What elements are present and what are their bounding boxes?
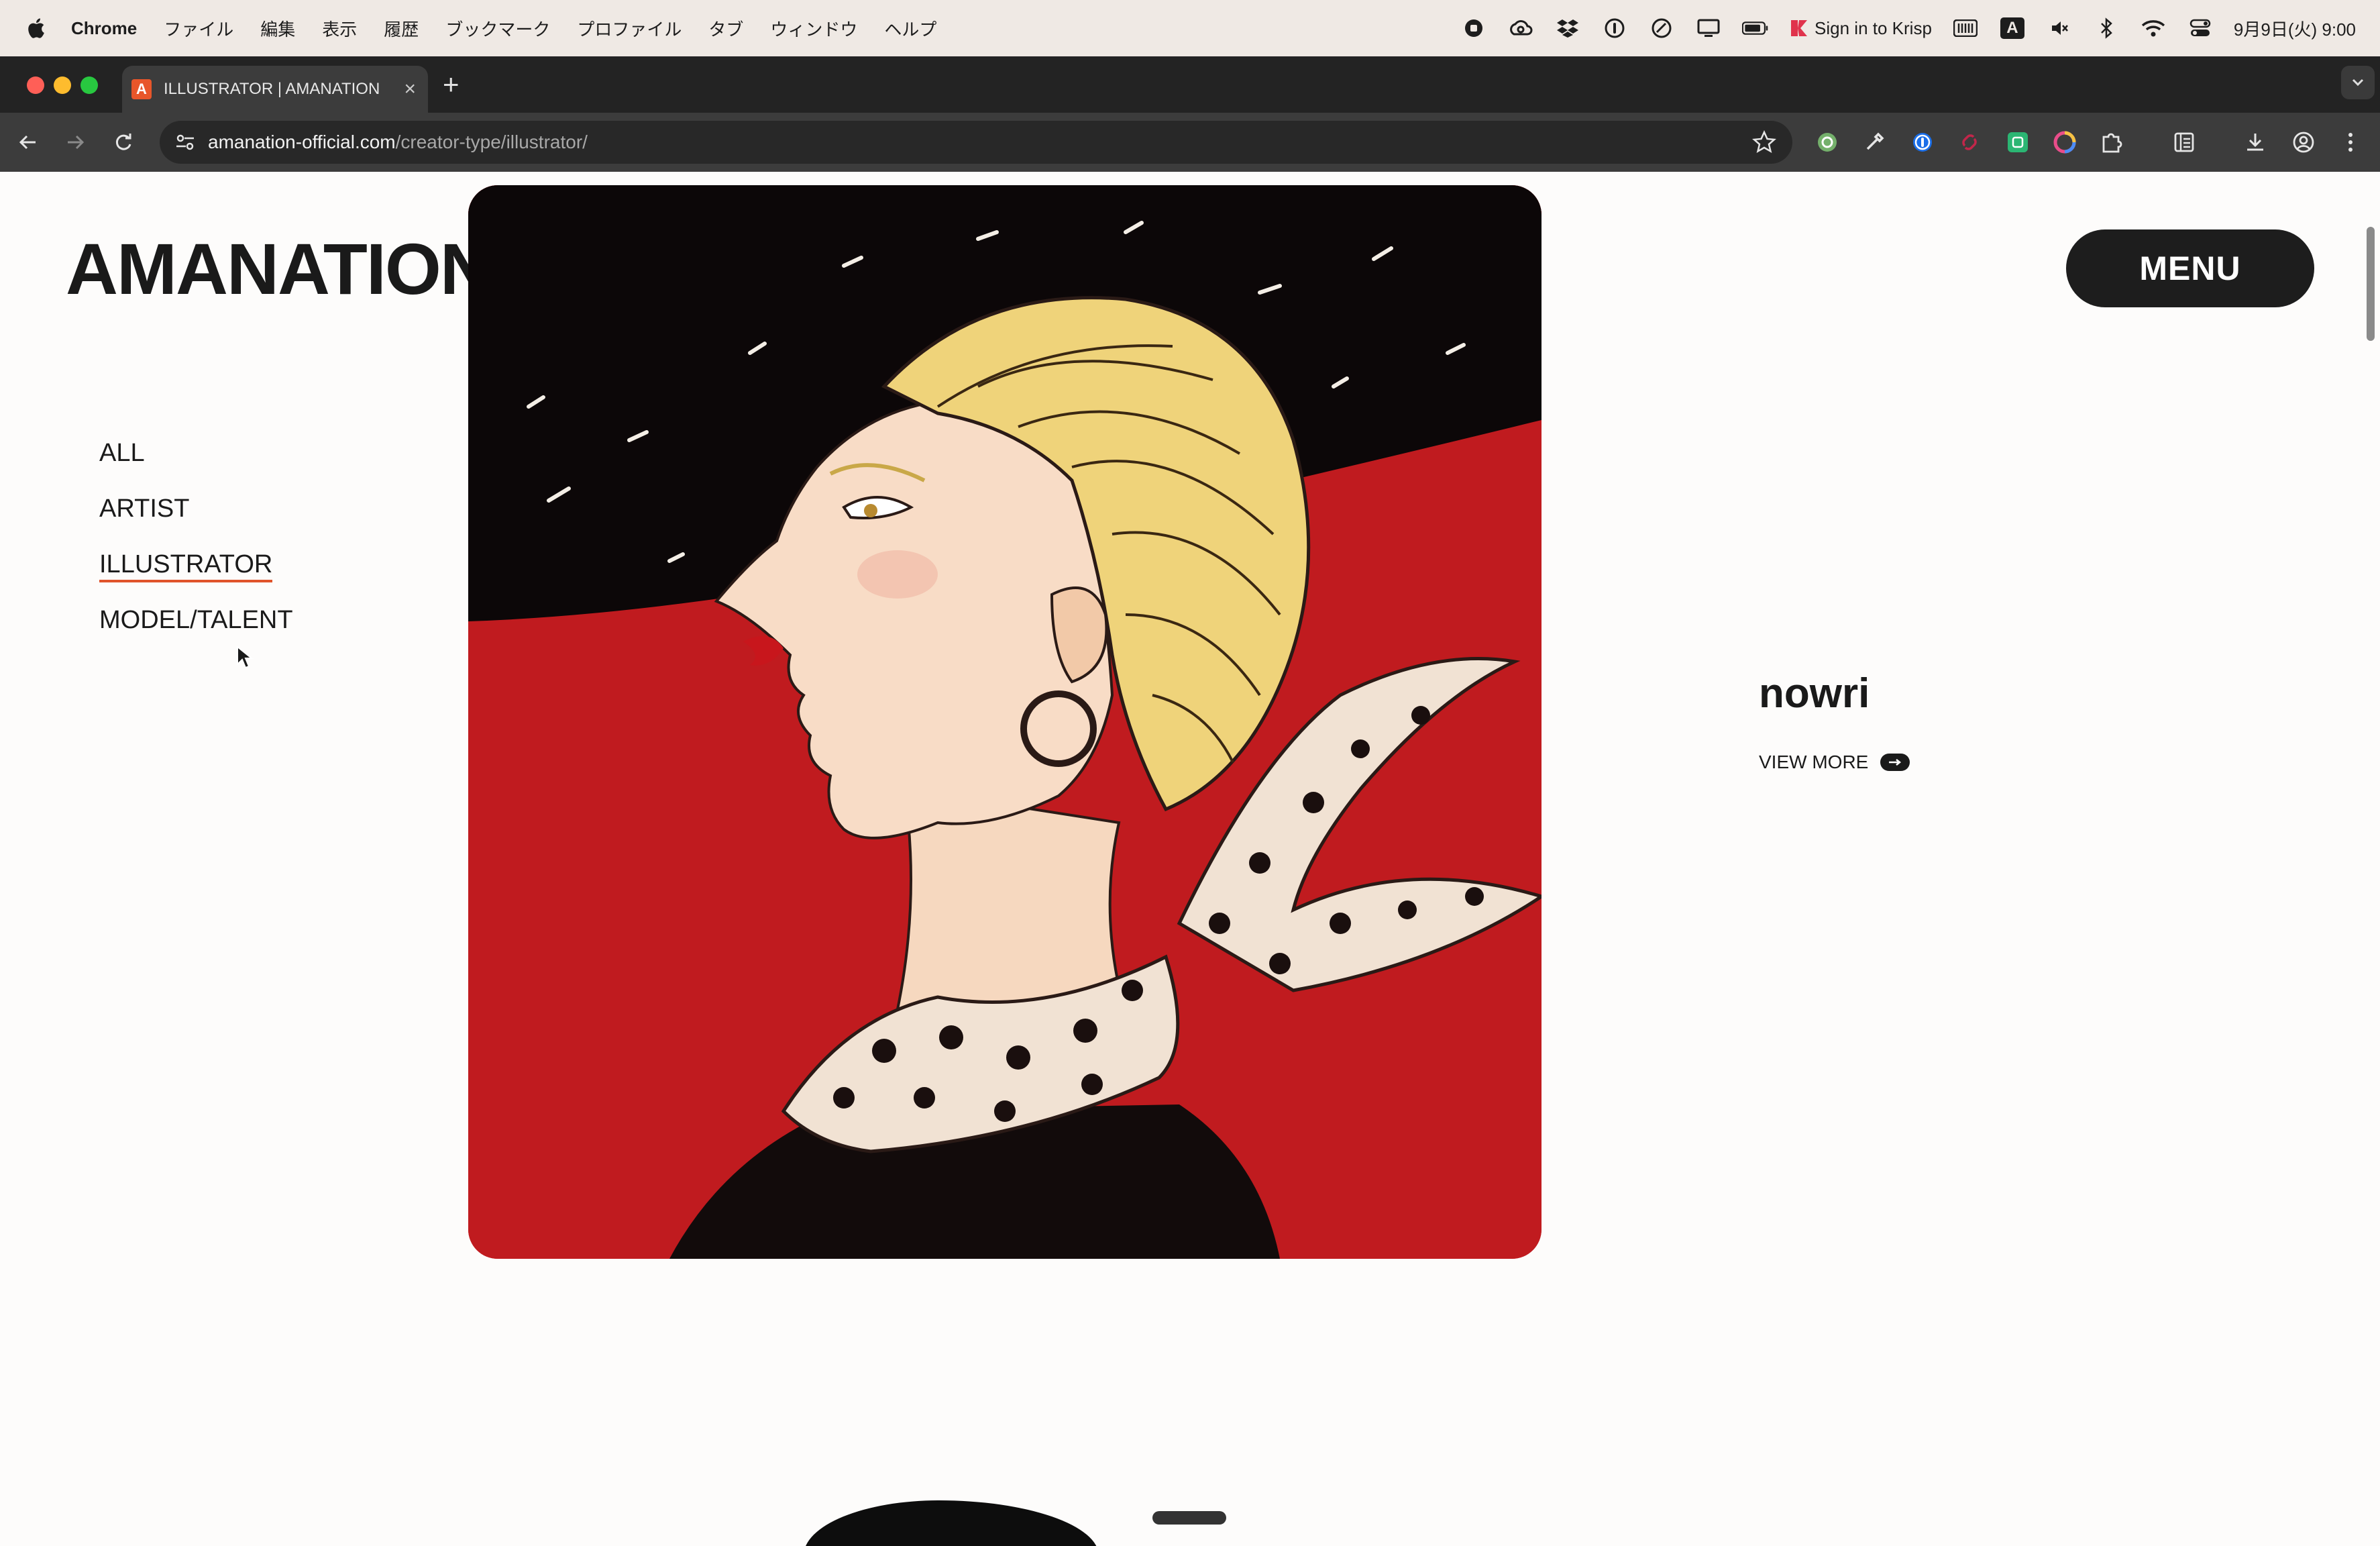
menu-edit[interactable]: 編集 (260, 16, 295, 41)
site-favicon: A (131, 79, 152, 99)
reload-icon (115, 134, 131, 150)
mute-icon[interactable] (2046, 15, 2073, 42)
reading-list-icon[interactable] (2171, 129, 2198, 156)
view-more-label: VIEW MORE (1759, 752, 1869, 772)
arrow-right-icon (68, 135, 85, 150)
extension-link-icon[interactable] (1956, 129, 1983, 156)
krisp-icon (1791, 20, 1808, 36)
nav-link-illustrator[interactable]: ILLUSTRATOR (99, 552, 273, 582)
web-page: AMANATION ALL ARTIST ILLUSTRATOR MODEL/T… (0, 172, 2380, 1546)
dropbox-icon[interactable] (1554, 15, 1581, 42)
menu-profiles[interactable]: プロファイル (577, 16, 682, 41)
keyboard-icon[interactable] (1952, 15, 1979, 42)
menu-tab[interactable]: タブ (708, 16, 743, 41)
macos-menu-bar: Chrome ファイル 編集 表示 履歴 ブックマーク プロファイル タブ ウィ… (0, 0, 2380, 56)
chevron-down-icon (2352, 79, 2364, 87)
apple-icon[interactable] (25, 17, 46, 40)
clock[interactable]: 9月9日(火) 9:00 (2234, 16, 2356, 41)
view-more-link[interactable]: VIEW MORE (1759, 752, 1910, 773)
browser-tab-strip: A ILLUSTRATOR | AMANATION × + (0, 56, 2380, 113)
featured-illustration[interactable] (468, 185, 1541, 1259)
display-icon[interactable] (1695, 15, 1722, 42)
download-icon[interactable] (2242, 129, 2269, 156)
bookmark-star-icon[interactable] (1752, 130, 1776, 154)
address-bar[interactable]: amanation-official.com/creator-type/illu… (160, 121, 1792, 164)
profile-avatar-icon[interactable] (2290, 129, 2317, 156)
arrow-right-icon (1880, 754, 1910, 771)
extension-chatgpt-icon[interactable] (1814, 129, 1841, 156)
input-source-label: A (2000, 17, 2024, 39)
forward-button[interactable] (59, 126, 91, 158)
krisp-status[interactable]: Sign in to Krisp (1789, 18, 1932, 39)
tab-search-button[interactable] (2341, 66, 2375, 99)
menu-bar-tray: Sign in to Krisp A 9月9日(火) 9:00 (1460, 0, 2356, 56)
app-menu-chrome[interactable]: Chrome (71, 18, 137, 39)
site-info-icon[interactable] (173, 130, 197, 154)
onepassword-icon[interactable] (1601, 15, 1628, 42)
minimize-window-button[interactable] (54, 76, 71, 94)
krisp-label: Sign in to Krisp (1815, 17, 1932, 38)
input-source-icon[interactable]: A (1999, 15, 2026, 42)
menu-file[interactable]: ファイル (164, 16, 233, 41)
clockify-icon[interactable] (1648, 15, 1675, 42)
menu-view[interactable]: 表示 (322, 16, 357, 41)
record-icon[interactable] (1460, 15, 1487, 42)
site-logo[interactable]: AMANATION (66, 227, 492, 311)
mouse-cursor-icon (237, 646, 254, 669)
creator-name[interactable]: nowri (1759, 670, 1870, 717)
extension-onepassword-icon[interactable] (1909, 129, 1936, 156)
reload-button[interactable] (107, 126, 140, 158)
scroll-indicator (1152, 1511, 1226, 1525)
arrow-left-icon (19, 135, 36, 150)
nav-link-all[interactable]: ALL (99, 440, 293, 466)
illustration-artwork (468, 185, 1541, 1259)
url-path: /creator-type/illustrator/ (395, 132, 588, 152)
tab-close-icon[interactable]: × (404, 78, 416, 101)
extension-screenshot-icon[interactable] (2004, 129, 2031, 156)
menu-history[interactable]: 履歴 (384, 16, 419, 41)
category-nav: ALL ARTIST ILLUSTRATOR MODEL/TALENT (99, 440, 293, 663)
back-button[interactable] (12, 126, 44, 158)
next-creator-thumbnail[interactable] (804, 1500, 1099, 1546)
extensions-puzzle-icon[interactable] (2098, 129, 2125, 156)
extension-eyedropper-icon[interactable] (1861, 129, 1888, 156)
wifi-icon[interactable] (2140, 15, 2167, 42)
close-window-button[interactable] (27, 76, 44, 94)
url-domain: amanation-official.com (208, 132, 396, 152)
active-tab[interactable]: A ILLUSTRATOR | AMANATION × (122, 66, 428, 113)
nav-link-model-talent[interactable]: MODEL/TALENT (99, 607, 293, 633)
url-text: amanation-official.com/creator-type/illu… (208, 132, 588, 153)
control-center-icon[interactable] (2187, 15, 2214, 42)
menu-button[interactable]: MENU (2066, 229, 2314, 307)
chrome-menu-icon[interactable] (2337, 129, 2364, 156)
zoom-window-button[interactable] (80, 76, 98, 94)
nav-link-artist[interactable]: ARTIST (99, 496, 293, 521)
browser-toolbar: amanation-official.com/creator-type/illu… (0, 113, 2380, 172)
menu-bookmarks[interactable]: ブックマーク (445, 16, 550, 41)
extension-color-picker-icon[interactable] (2051, 129, 2078, 156)
tab-title: ILLUSTRATOR | AMANATION (164, 80, 380, 98)
creative-cloud-icon[interactable] (1507, 15, 1534, 42)
battery-icon[interactable] (1742, 15, 1769, 42)
page-scrollbar[interactable] (2367, 227, 2375, 341)
new-tab-button[interactable]: + (443, 70, 459, 99)
bluetooth-icon[interactable] (2093, 15, 2120, 42)
menu-window[interactable]: ウィンドウ (770, 16, 857, 41)
menu-help[interactable]: ヘルプ (884, 16, 936, 41)
